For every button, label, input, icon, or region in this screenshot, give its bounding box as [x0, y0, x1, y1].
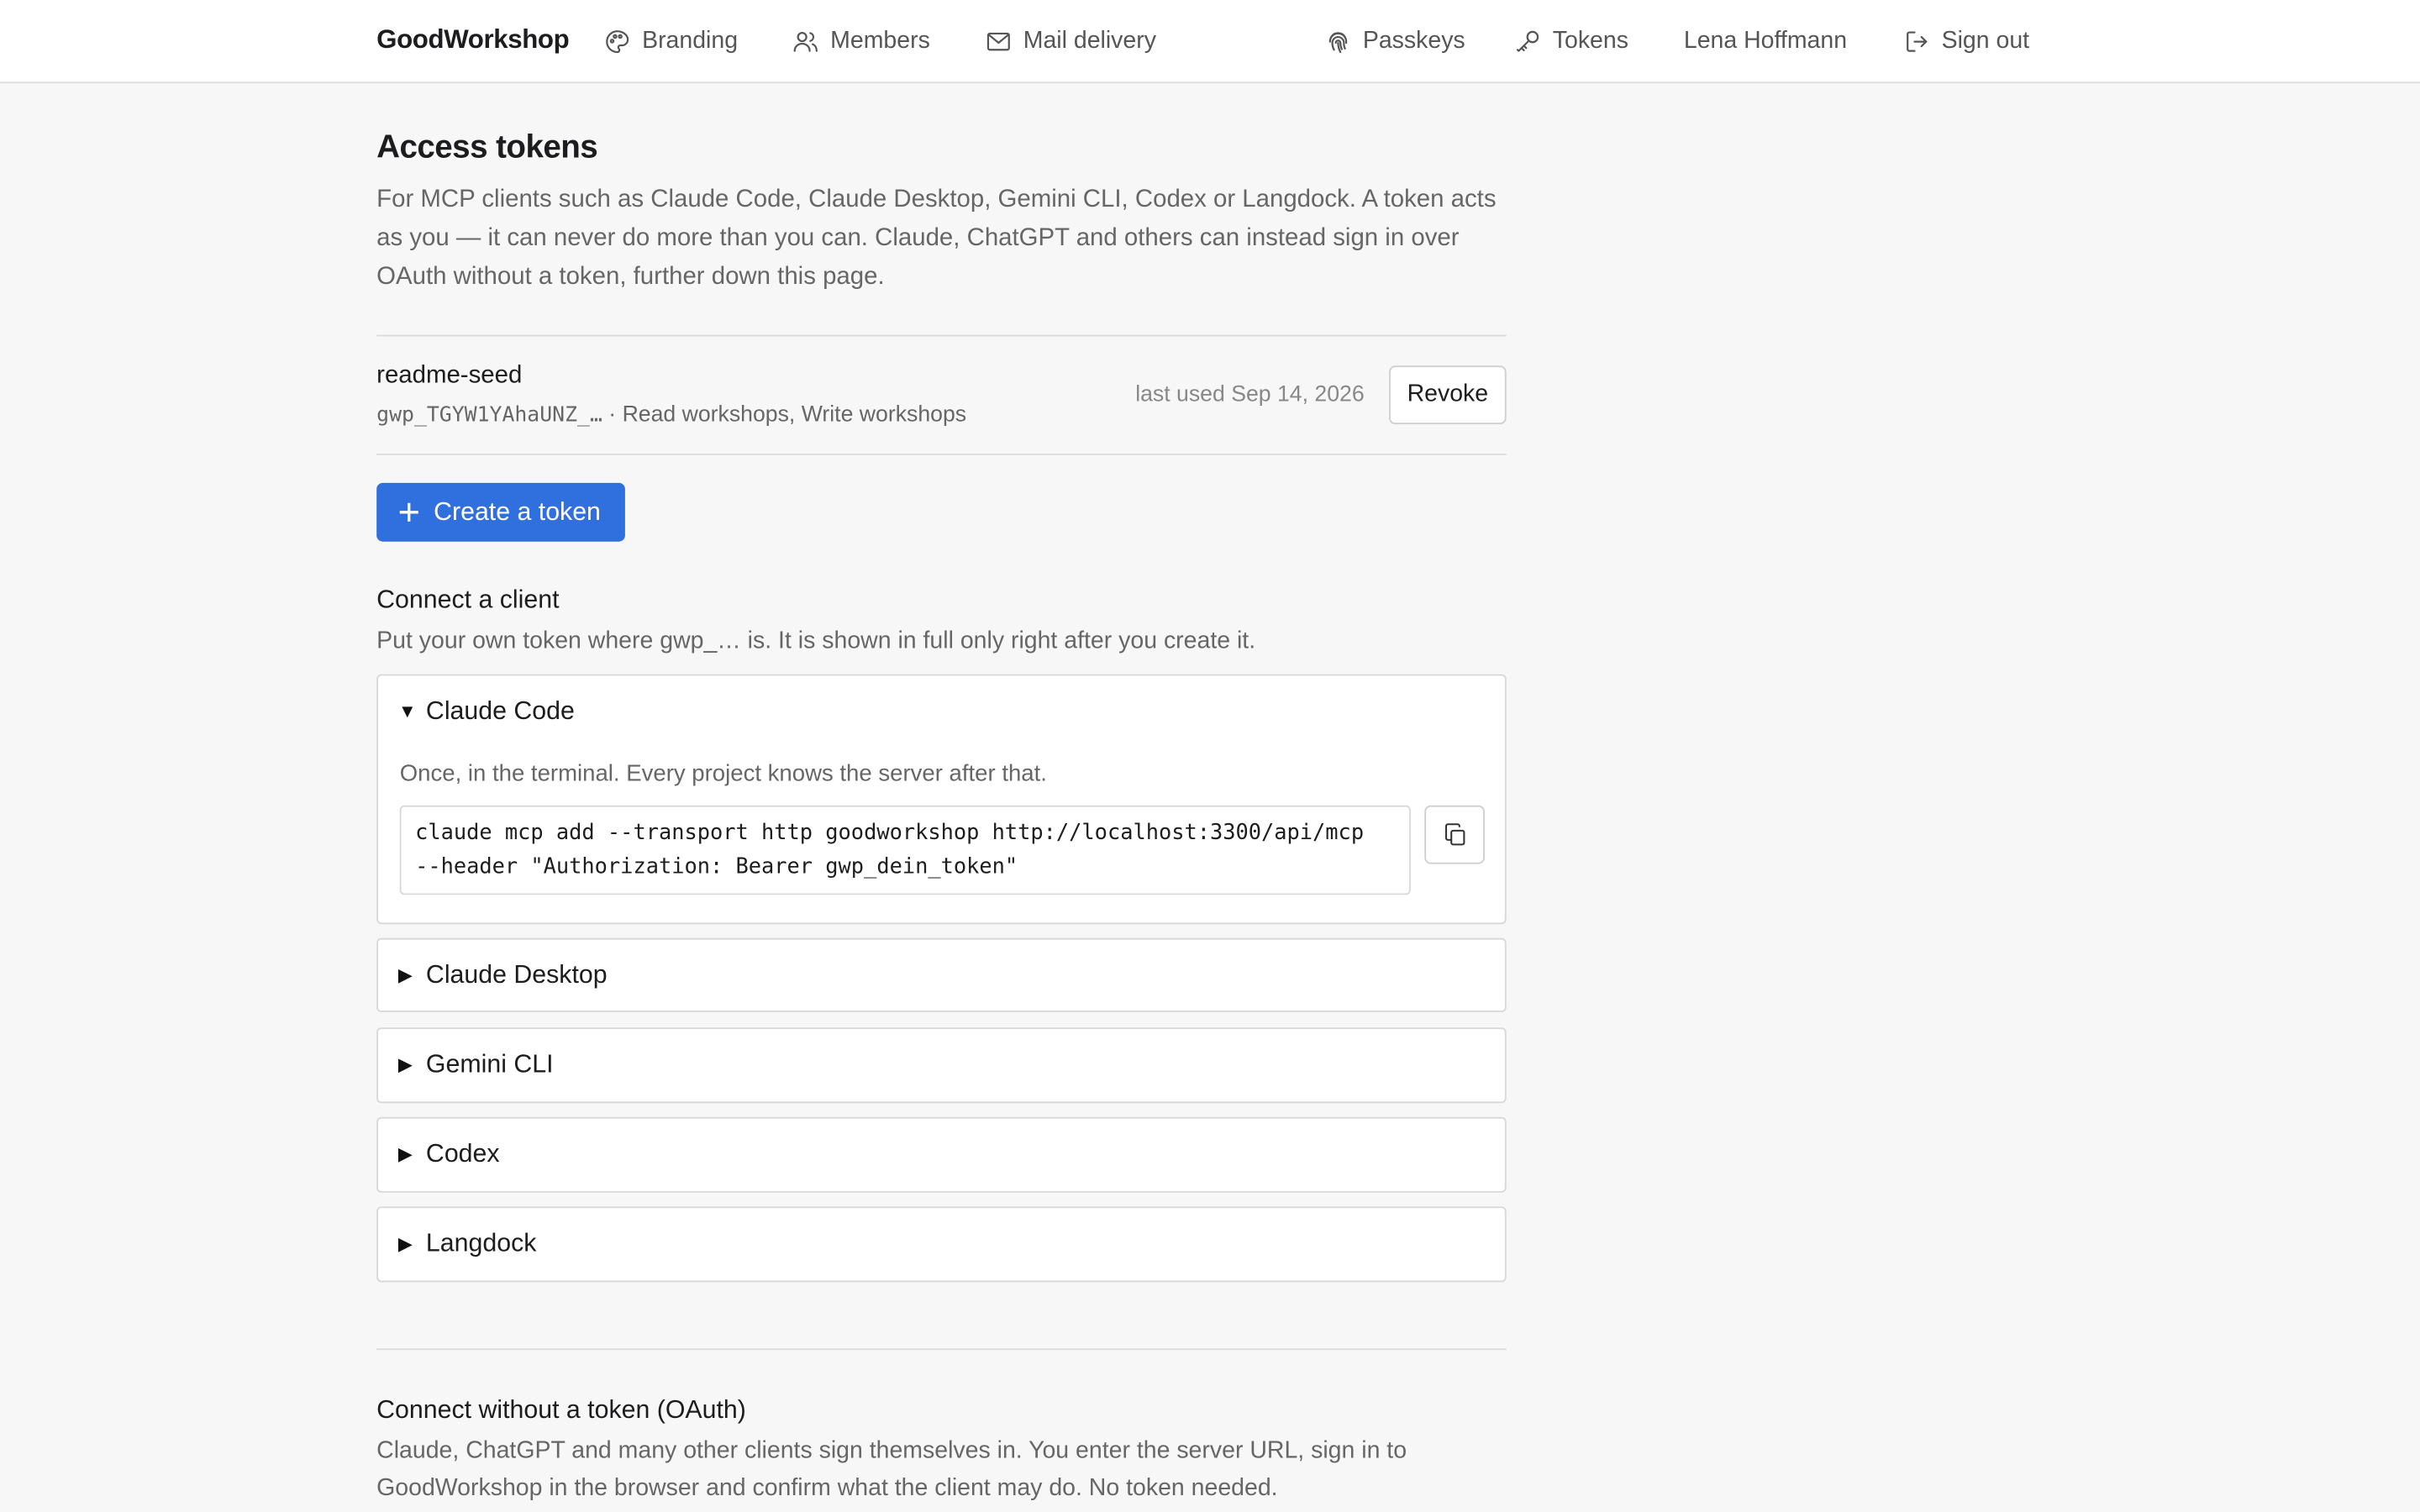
triangle-right-icon: ▶	[397, 963, 413, 986]
copy-command-button[interactable]	[1424, 805, 1485, 864]
token-name: readme-seed	[376, 362, 523, 389]
client-panel-langdock: ▶ Langdock	[376, 1206, 1507, 1283]
page-title: Access tokens	[376, 129, 598, 165]
create-token-label: Create a token	[434, 497, 601, 526]
command-code-block[interactable]: claude mcp add --transport http goodwork…	[399, 805, 1411, 895]
revoke-button[interactable]: Revoke	[1389, 365, 1507, 425]
top-navigation: GoodWorkshop Branding Members Mail deliv…	[0, 0, 2420, 84]
palette-icon	[606, 30, 629, 54]
command-line: --header "Authorization: Bearer gwp_dein…	[415, 853, 1018, 879]
page-intro: For MCP clients such as Claude Code, Cla…	[376, 186, 1497, 291]
client-name: Claude Desktop	[425, 960, 608, 989]
nav-members-label: Members	[830, 28, 930, 55]
client-panel-gemini-cli: ▶ Gemini CLI	[376, 1027, 1507, 1104]
divider	[376, 334, 1507, 337]
connect-client-title: Connect a client	[376, 585, 560, 615]
command-line: claude mcp add --transport http goodwork…	[415, 821, 1365, 846]
mail-icon	[986, 32, 1010, 51]
nav-mail-delivery-label: Mail delivery	[1023, 28, 1156, 55]
client-panel-codex: ▶ Codex	[376, 1116, 1507, 1193]
token-last-used: last used Sep 14, 2026	[1135, 382, 1365, 407]
triangle-right-icon: ▶	[397, 1053, 413, 1076]
nav-branding-label: Branding	[642, 28, 739, 55]
nav-sign-out[interactable]: Sign out	[1903, 24, 2029, 58]
nav-tokens-label: Tokens	[1552, 28, 1628, 55]
client-panel-claude-code: ▼ Claude Code Once, in the terminal. Eve…	[376, 674, 1507, 925]
client-panel-claude-desktop: ▶ Claude Desktop	[376, 937, 1507, 1012]
client-name: Claude Code	[425, 696, 575, 725]
client-toggle-claude-desktop[interactable]: ▶ Claude Desktop	[398, 940, 608, 1011]
triangle-right-icon: ▶	[397, 1232, 413, 1255]
oauth-text: Claude, ChatGPT and many other clients s…	[376, 1437, 1407, 1502]
divider	[376, 1348, 1507, 1351]
plus-icon	[399, 502, 418, 522]
triangle-right-icon: ▶	[397, 1143, 413, 1165]
page: GoodWorkshop Branding Members Mail deliv…	[0, 0, 2420, 1512]
client-description: Once, in the terminal. Every project kno…	[399, 760, 1047, 787]
create-token-button[interactable]: Create a token	[376, 482, 625, 542]
client-name: Langdock	[425, 1228, 537, 1257]
oauth-title: Connect without a token (OAuth)	[376, 1396, 746, 1425]
client-toggle-langdock[interactable]: ▶ Langdock	[398, 1208, 537, 1278]
divider	[376, 453, 1507, 455]
nav-user-profile[interactable]: Lena Hoffmann	[1684, 24, 1847, 58]
token-scopes: · Read workshops, Write workshops	[602, 402, 967, 428]
token-meta: gwp_TGYW1YAhaUNZ_… · Read workshops, Wri…	[376, 402, 966, 427]
nav-tokens[interactable]: Tokens	[1514, 24, 1628, 58]
copy-icon	[1444, 823, 1465, 846]
client-toggle-claude-code[interactable]: ▼ Claude Code	[398, 675, 575, 746]
nav-branding[interactable]: Branding	[603, 24, 738, 58]
sign-out-icon	[1907, 31, 1928, 52]
users-icon	[793, 32, 818, 52]
client-name: Gemini CLI	[425, 1049, 554, 1078]
nav-passkeys[interactable]: Passkeys	[1324, 24, 1465, 58]
nav-mail-delivery[interactable]: Mail delivery	[985, 24, 1156, 58]
nav-user-label: Lena Hoffmann	[1683, 28, 1848, 55]
triangle-down-icon: ▼	[397, 700, 417, 722]
client-name: Codex	[425, 1139, 500, 1168]
nav-sign-out-label: Sign out	[1941, 28, 2030, 55]
token-prefix: gwp_TGYW1YAhaUNZ_…	[376, 402, 602, 428]
connect-client-subtitle: Put your own token where gwp_… is. It is…	[376, 627, 1256, 654]
client-toggle-gemini-cli[interactable]: ▶ Gemini CLI	[398, 1029, 554, 1100]
nav-members[interactable]: Members	[792, 24, 930, 58]
key-icon	[1516, 30, 1539, 52]
nav-passkeys-label: Passkeys	[1362, 28, 1465, 55]
fingerprint-icon	[1328, 32, 1348, 54]
brand-logo[interactable]: GoodWorkshop	[376, 24, 570, 55]
client-toggle-codex[interactable]: ▶ Codex	[398, 1119, 500, 1189]
